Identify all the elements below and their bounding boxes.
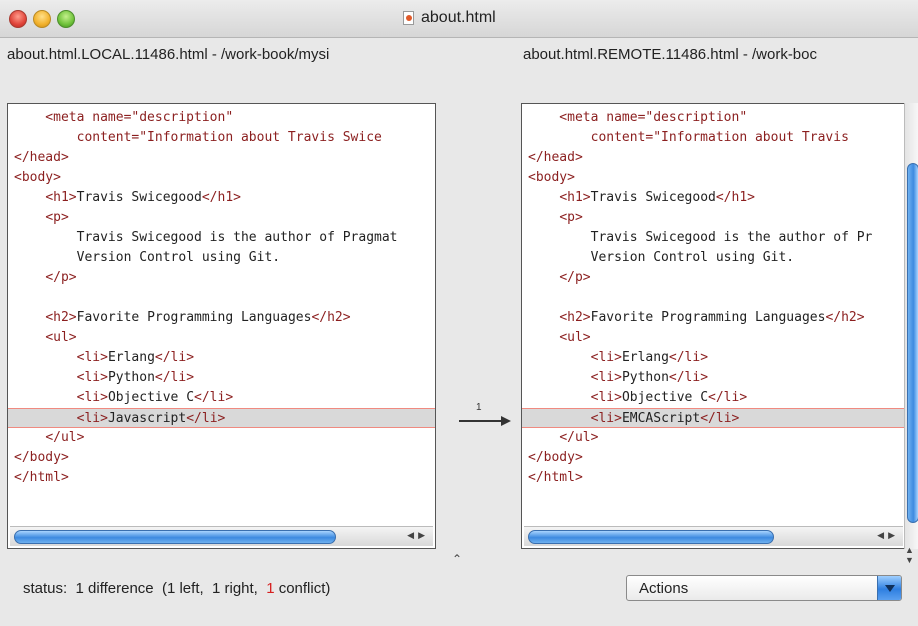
- right-code-line: Version Control using Git.: [528, 250, 795, 265]
- left-horizontal-scrollbar[interactable]: ◀▶: [10, 526, 433, 546]
- left-code-line: <ul>: [45, 330, 77, 345]
- left-code-text: <meta name="description" content="Inform…: [8, 108, 435, 488]
- split-resize-handle[interactable]: ⌃: [452, 552, 462, 566]
- right-horizontal-scrollbar[interactable]: ◀▶: [524, 526, 903, 546]
- title-bar: about.html: [0, 0, 918, 38]
- diff-number-label: 1: [476, 402, 482, 413]
- vertical-scrollbar[interactable]: [904, 103, 918, 549]
- right-code-text: <meta name="description" content="Inform…: [522, 108, 905, 488]
- right-file-header: about.html.REMOTE.11486.html - /work-boc: [523, 46, 817, 63]
- vertical-scroll-arrows-icon[interactable]: ▲ ▼: [905, 545, 914, 565]
- left-code-line: Travis Swicegood is the author of Pragma…: [14, 230, 398, 245]
- close-button[interactable]: [9, 10, 27, 28]
- right-code-pane[interactable]: <meta name="description" content="Inform…: [521, 103, 906, 549]
- actions-label: Actions: [639, 580, 689, 597]
- left-code-line: </ul>: [45, 430, 85, 445]
- right-code-line: </p>: [559, 270, 591, 285]
- right-code-line: Travis Swicegood is the author of Pr: [528, 230, 873, 245]
- status-prefix: status: 1 difference (1 left, 1 right,: [23, 580, 267, 597]
- left-code-line: <li>Python</li>: [76, 370, 195, 385]
- right-code-line: </html>: [528, 470, 583, 485]
- left-code-line: <h2>Favorite Programming Languages</h2>: [45, 310, 351, 325]
- right-code-line: <ul>: [559, 330, 591, 345]
- actions-dropdown[interactable]: Actions: [626, 575, 902, 601]
- left-code-pane[interactable]: <meta name="description" content="Inform…: [7, 103, 436, 549]
- status-text: status: 1 difference (1 left, 1 right, 1…: [23, 580, 330, 597]
- right-code-line: <li>Erlang</li>: [590, 350, 709, 365]
- window-title: about.html: [421, 9, 496, 26]
- left-code-line: <li>Javascript</li>: [8, 408, 435, 428]
- right-code-line: </body>: [528, 450, 583, 465]
- left-code-line: </head>: [14, 150, 69, 165]
- right-code-line: [522, 288, 905, 308]
- left-code-line: <body>: [14, 170, 61, 185]
- right-code-line: <body>: [528, 170, 575, 185]
- html-document-icon: [403, 11, 414, 25]
- conflict-count: 1: [266, 580, 275, 597]
- right-arrow-icon[interactable]: [457, 413, 513, 429]
- right-code-line: <h1>Travis Swicegood</h1>: [559, 190, 755, 205]
- left-code-line: Version Control using Git.: [14, 250, 281, 265]
- right-scroll-arrows-icon[interactable]: ◀▶: [859, 530, 899, 544]
- left-code-line: <h1>Travis Swicegood</h1>: [45, 190, 241, 205]
- left-file-header: about.html.LOCAL.11486.html - /work-book…: [7, 46, 330, 63]
- right-code-line: </head>: [528, 150, 583, 165]
- left-code-line: [8, 288, 435, 308]
- right-code-line: <li>Objective C</li>: [590, 390, 748, 405]
- right-scroll-thumb[interactable]: [528, 530, 774, 544]
- right-code-line: <li>Python</li>: [590, 370, 709, 385]
- right-code-line: <p>: [559, 210, 583, 225]
- right-code-line: </ul>: [559, 430, 599, 445]
- right-code-line: content="Information about Travis: [528, 130, 849, 145]
- vertical-scroll-thumb[interactable]: [907, 163, 918, 523]
- left-code-line: </p>: [45, 270, 77, 285]
- left-scroll-thumb[interactable]: [14, 530, 336, 544]
- left-code-line: <p>: [45, 210, 69, 225]
- right-code-line: <h2>Favorite Programming Languages</h2>: [559, 310, 865, 325]
- zoom-button[interactable]: [57, 10, 75, 28]
- left-code-line: <li>Erlang</li>: [76, 350, 195, 365]
- chevron-down-icon[interactable]: [877, 576, 901, 600]
- left-code-line: </html>: [14, 470, 69, 485]
- minimize-button[interactable]: [33, 10, 51, 28]
- status-suffix: conflict): [274, 580, 331, 597]
- left-code-line: content="Information about Travis Swice: [14, 130, 382, 145]
- left-code-line: </body>: [14, 450, 69, 465]
- right-code-line: <meta name="description": [528, 110, 748, 125]
- right-code-line: <li>EMCAScript</li>: [522, 408, 905, 428]
- left-code-line: <meta name="description": [14, 110, 234, 125]
- left-scroll-arrows-icon[interactable]: ◀▶: [389, 530, 429, 544]
- left-code-line: <li>Objective C</li>: [76, 390, 234, 405]
